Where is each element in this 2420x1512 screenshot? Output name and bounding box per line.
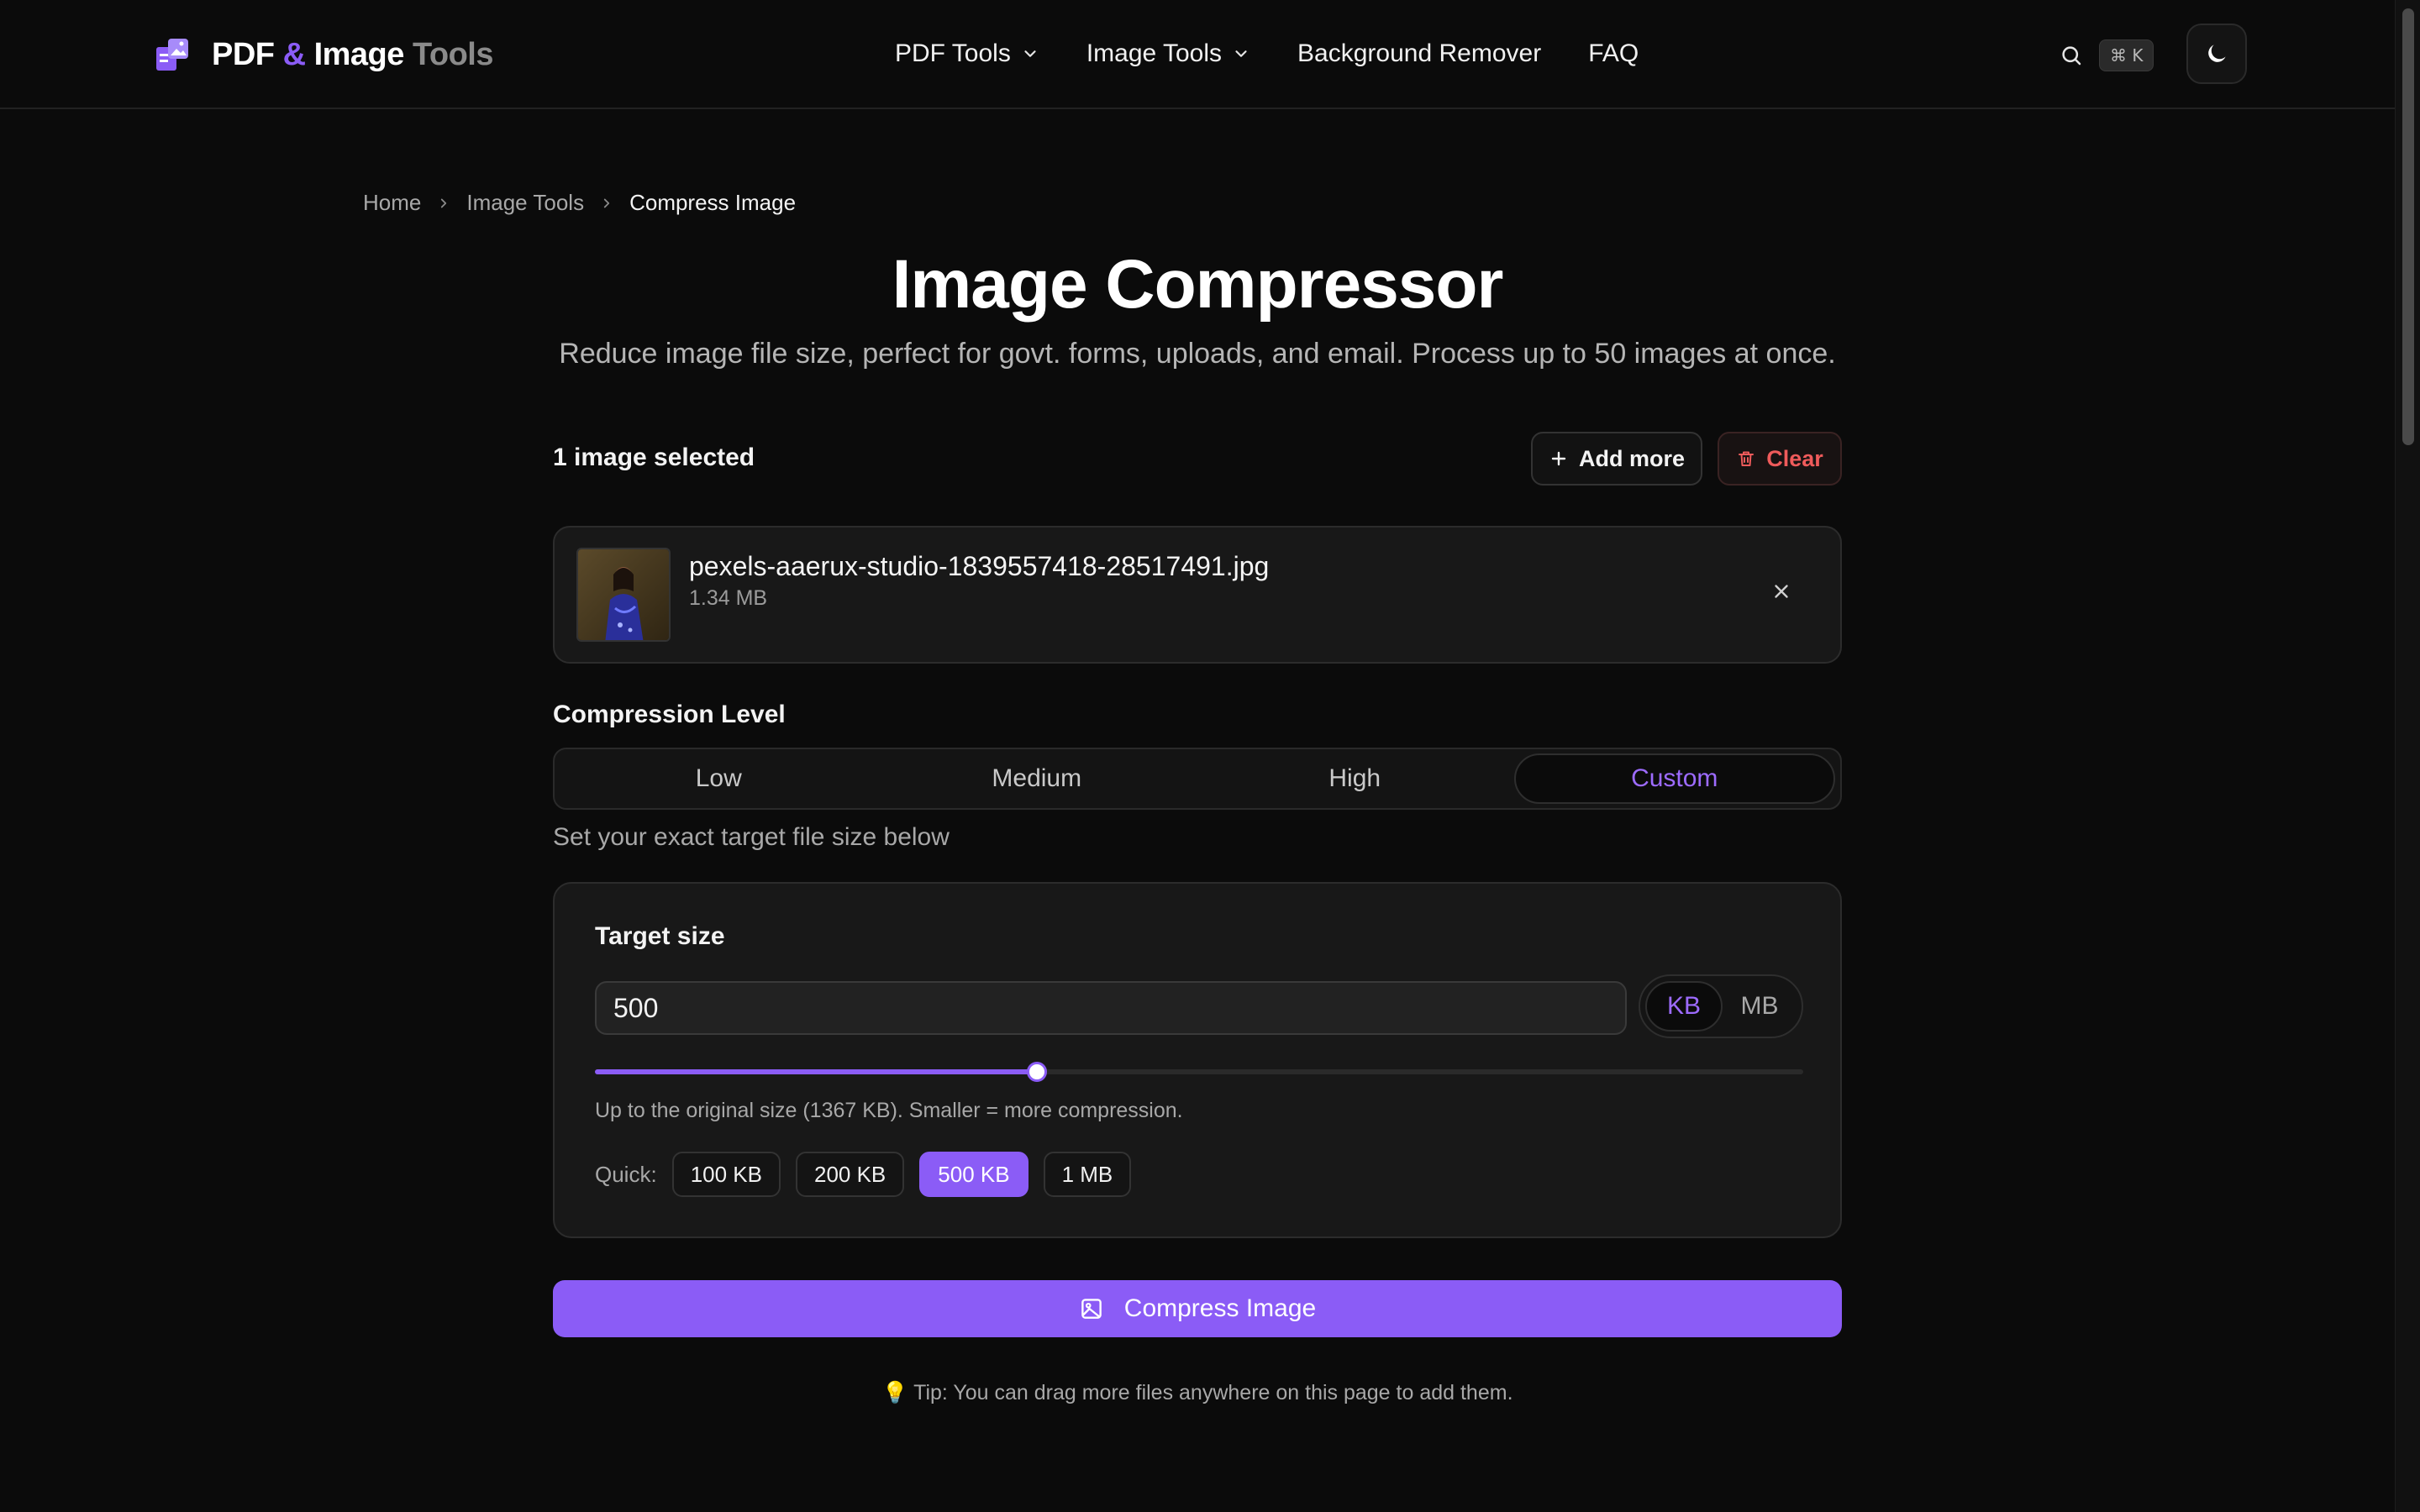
brand-pdf: PDF [212, 36, 275, 72]
nav-faq[interactable]: FAQ [1588, 39, 1639, 68]
quick-500kb[interactable]: 500 KB [919, 1152, 1028, 1197]
unit-mb[interactable]: MB [1723, 981, 1797, 1032]
search-icon[interactable] [2059, 43, 2084, 68]
unit-kb[interactable]: KB [1645, 981, 1723, 1032]
search-trigger[interactable]: ⌘ K [2059, 39, 2154, 72]
target-size-card: Target size KB MB Up to the original siz… [553, 882, 1842, 1238]
file-size: 1.34 MB [689, 586, 768, 610]
file-thumbnail [576, 548, 671, 642]
level-custom[interactable]: Custom [1513, 753, 1835, 804]
slider-fill [595, 1069, 1038, 1074]
main-nav: PDF Tools Image Tools Background Remover… [895, 32, 1686, 76]
trash-icon [1736, 449, 1766, 469]
nav-pdf-tools-label: PDF Tools [895, 39, 1011, 67]
quick-100kb[interactable]: 100 KB [671, 1152, 781, 1197]
brand-ampersand: & [282, 36, 306, 72]
plus-icon [1549, 449, 1579, 469]
nav-image-tools[interactable]: Image Tools [1086, 39, 1250, 68]
nav-background-remover[interactable]: Background Remover [1297, 39, 1541, 68]
target-size-label: Target size [595, 922, 725, 950]
page-subtitle: Reduce image file size, perfect for govt… [559, 338, 1836, 370]
compression-hint: Set your exact target file size below [553, 823, 950, 851]
chevron-right-icon [599, 196, 614, 211]
selected-count: 1 image selected [553, 444, 755, 471]
chevron-right-icon [436, 196, 451, 211]
nav-pdf-tools[interactable]: PDF Tools [895, 39, 1039, 68]
add-more-button[interactable]: Add more [1531, 432, 1702, 486]
file-name: pexels-aaerux-studio-1839557418-28517491… [689, 551, 1270, 581]
clear-button[interactable]: Clear [1718, 432, 1842, 486]
compression-level-label: Compression Level [553, 701, 786, 728]
nav-image-tools-label: Image Tools [1086, 39, 1223, 67]
breadcrumb-current: Compress Image [629, 190, 797, 215]
slider-thumb[interactable] [1027, 1062, 1048, 1082]
quick-size-row: Quick: 100 KB 200 KB 500 KB 1 MB [595, 1151, 1146, 1198]
theme-toggle-button[interactable] [2186, 24, 2247, 84]
clear-label: Clear [1766, 445, 1823, 471]
compression-level-selector: Low Medium High Custom [553, 748, 1842, 810]
drag-tip: 💡 Tip: You can drag more files anywhere … [881, 1381, 1513, 1404]
scrollbar-thumb[interactable] [2402, 8, 2414, 445]
compress-image-button[interactable]: Compress Image [553, 1280, 1842, 1337]
chevron-down-icon [1021, 45, 1039, 63]
quick-200kb[interactable]: 200 KB [795, 1152, 905, 1197]
chevron-down-icon [1232, 45, 1250, 63]
level-medium[interactable]: Medium [878, 753, 1197, 804]
brand-tools: Tools [412, 36, 494, 72]
breadcrumb-home[interactable]: Home [363, 190, 421, 216]
brand[interactable]: PDF & Image Tools [153, 34, 493, 76]
level-high[interactable]: High [1196, 753, 1514, 804]
page-scrollbar[interactable] [2395, 0, 2420, 1512]
file-card: pexels-aaerux-studio-1839557418-28517491… [553, 526, 1842, 664]
brand-image: Image [313, 36, 405, 72]
remove-file-button[interactable] [1765, 575, 1798, 608]
target-size-slider[interactable] [595, 1062, 1803, 1082]
level-low[interactable]: Low [560, 753, 878, 804]
pdf-image-logo-icon [153, 35, 192, 74]
close-icon [1770, 580, 1792, 602]
search-shortcut-badge: ⌘ K [2099, 39, 2154, 71]
selection-toolbar: 1 image selected Add more Clear [553, 432, 1842, 487]
breadcrumb-image-tools[interactable]: Image Tools [466, 190, 584, 216]
add-more-label: Add more [1578, 445, 1685, 471]
quick-1mb[interactable]: 1 MB [1043, 1152, 1132, 1197]
top-navbar: PDF & Image Tools PDF Tools Image Tools … [0, 0, 2395, 109]
quick-label: Quick: [595, 1161, 657, 1187]
page-title: Image Compressor [892, 246, 1504, 323]
target-size-help: Up to the original size (1367 KB). Small… [595, 1099, 1183, 1122]
brand-name: PDF & Image Tools [212, 37, 493, 73]
breadcrumb: Home Image Tools Compress Image [363, 190, 796, 216]
image-icon [1079, 1296, 1124, 1321]
compress-image-label: Compress Image [1123, 1294, 1317, 1322]
unit-toggle: KB MB [1639, 974, 1803, 1038]
moon-icon [2203, 40, 2230, 67]
target-size-input[interactable] [595, 981, 1627, 1035]
